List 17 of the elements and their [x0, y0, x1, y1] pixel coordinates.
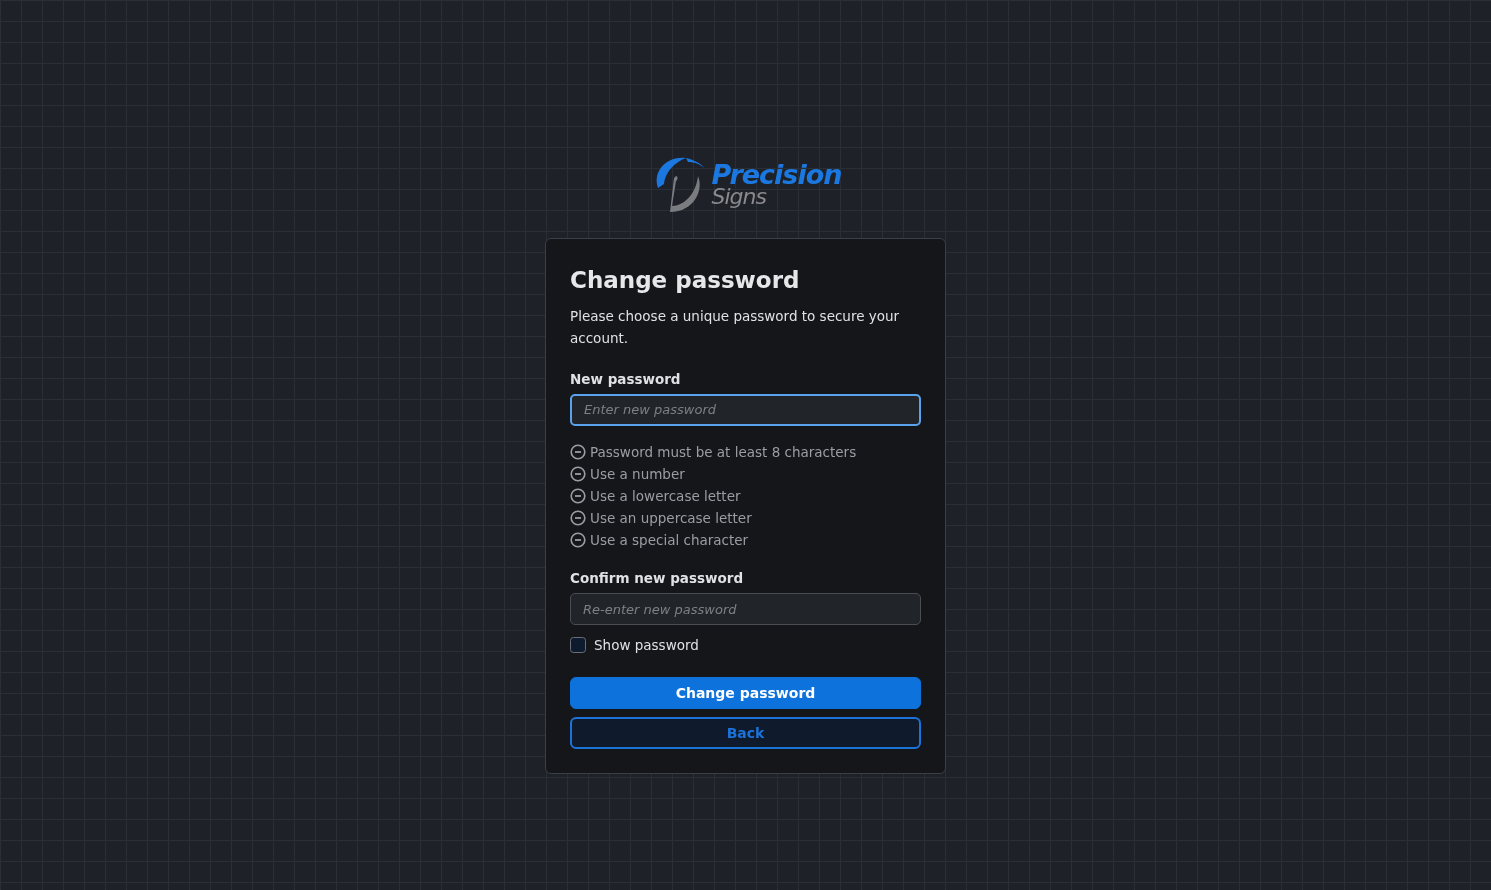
logo-subtitle: Signs	[711, 185, 767, 208]
new-password-label: New password	[570, 369, 682, 389]
requirement-text: Password must be at least 8 characters	[590, 442, 857, 462]
requirement-text: Use a number	[590, 464, 685, 484]
card-subtitle: Please choose a unique password to secure your account.	[570, 306, 901, 348]
requirement-text: Use a lowercase letter	[590, 486, 741, 506]
requirement-text: Use an uppercase letter	[590, 508, 752, 528]
logo-title: Precision	[711, 160, 842, 188]
requirement-text: Use a special character	[590, 530, 749, 550]
back-button[interactable]: Back	[570, 717, 921, 750]
change-password-button[interactable]: Change password	[570, 677, 921, 710]
new-password-field[interactable]: Enter new password	[570, 393, 921, 426]
show-password-checkbox[interactable]	[570, 637, 586, 654]
card-title: Change password	[570, 267, 801, 295]
show-password-label[interactable]: Show password	[594, 635, 699, 656]
confirm-password-field[interactable]: Re-enter new password	[570, 593, 921, 626]
confirm-password-label: Confirm new password	[570, 568, 745, 588]
